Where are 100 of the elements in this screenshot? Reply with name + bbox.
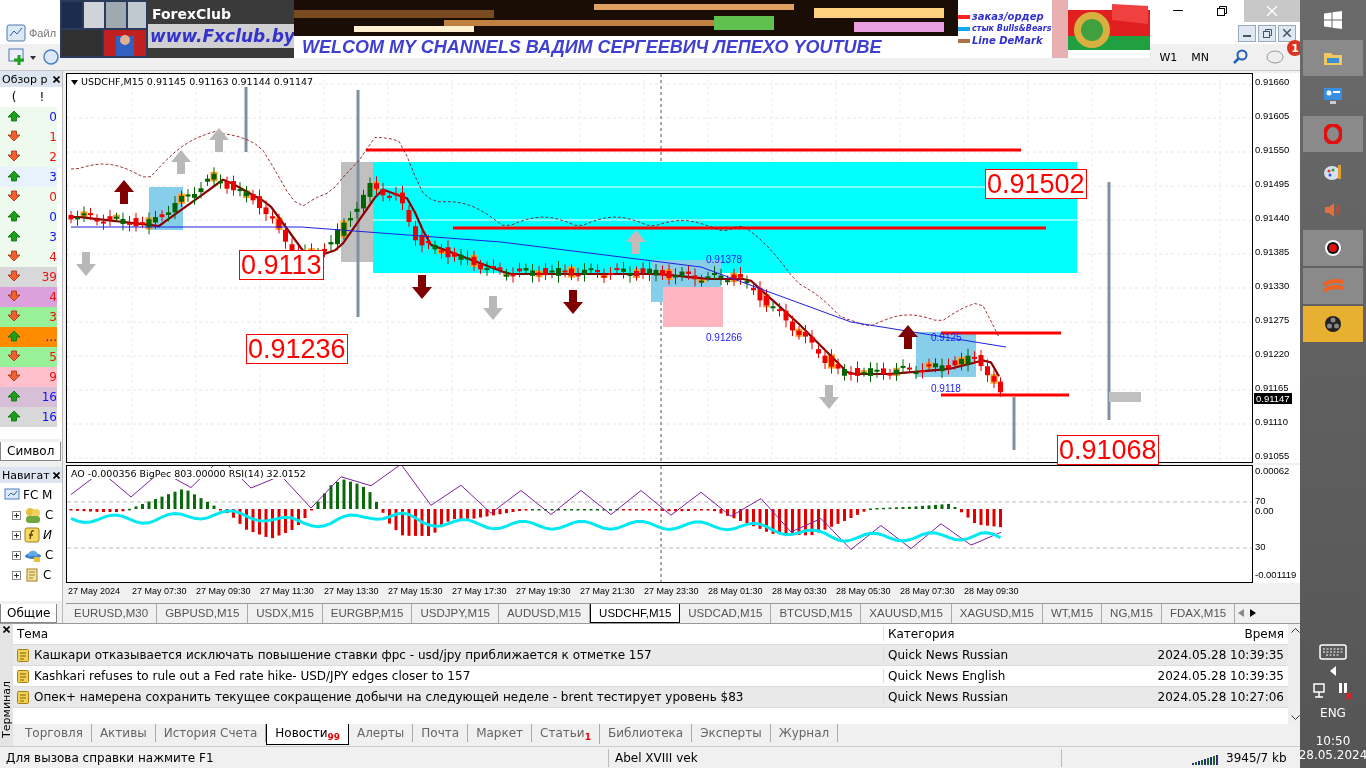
column-header[interactable]: ( — [0, 90, 28, 104]
terminal-tab[interactable]: Эксперты — [692, 724, 771, 742]
zone-rectangle — [663, 287, 723, 327]
symbol-row[interactable]: 0 — [0, 107, 57, 127]
price-label: 0.9113 — [239, 250, 324, 280]
symbol-row[interactable]: 16 — [0, 387, 57, 407]
tree-item[interactable]: И — [0, 526, 62, 544]
close-icon — [3, 626, 10, 633]
chart-tab[interactable]: NG,M15 — [1102, 603, 1162, 623]
panel-tab[interactable]: Общие — [0, 604, 58, 623]
chart-tab[interactable]: GBPUSD,M15 — [157, 603, 249, 623]
price-label: 0.91068 — [1057, 435, 1159, 465]
terminal-icon — [4, 488, 20, 502]
terminal-tab[interactable]: Почта — [413, 724, 469, 742]
time-label: 28 May 05:30 — [836, 585, 892, 598]
close-icon — [1267, 6, 1277, 16]
minimize-button[interactable] — [1238, 24, 1256, 42]
table-cell: Quick News Russian — [883, 648, 1144, 662]
current-price: 0.91147 — [1254, 393, 1292, 404]
chart-tab[interactable]: BTCUSD,M15 — [771, 603, 862, 623]
symbol-row[interactable]: 3 — [0, 167, 57, 187]
terminal-tab[interactable]: Активы — [91, 724, 156, 742]
dropdown-icon[interactable] — [71, 80, 78, 85]
down-arrow-icon — [6, 189, 21, 202]
terminal-tab[interactable]: Библиотека — [599, 724, 693, 742]
taskbar-app[interactable] — [1303, 230, 1363, 266]
chart-tab[interactable]: XAGUSD,M15 — [951, 603, 1043, 623]
symbol-row[interactable]: 0 — [0, 187, 57, 207]
chart-tab[interactable]: FDAX,M15 — [1161, 603, 1236, 623]
taskbar-app[interactable] — [1303, 306, 1363, 342]
time-label: 27 May 15:30 — [388, 585, 444, 598]
close-button[interactable] — [1, 624, 12, 635]
panel-title: Навигат — [2, 468, 50, 482]
left-arrow-icon — [1238, 609, 1245, 618]
price-tick: 0.91110 — [1255, 416, 1288, 427]
indicator-tick: 30 — [1255, 541, 1266, 552]
symbol-row[interactable]: 16 — [0, 407, 57, 427]
chart-tab[interactable]: USDJPY,M15 — [412, 603, 499, 623]
tree-item[interactable]: FC M — [0, 486, 62, 504]
panel-title: Обзор р — [2, 72, 48, 86]
symbol-row[interactable]: 4 — [0, 247, 57, 267]
time-label: 27 May 19:30 — [516, 585, 572, 598]
period-button[interactable]: MN — [1188, 48, 1212, 66]
time-label: 27 May 23:30 — [644, 585, 700, 598]
panel-title: Терминал — [0, 681, 13, 738]
symbol-row[interactable]: 1 — [0, 127, 57, 147]
new-chart-button[interactable] — [8, 47, 38, 67]
people-icon — [24, 507, 42, 523]
terminal-tab[interactable]: Алерты — [348, 724, 414, 742]
up-arrow-icon — [6, 209, 21, 222]
period-button[interactable]: W1 — [1156, 48, 1181, 66]
down-arrow-icon — [76, 252, 96, 276]
status-text: 3945/7 kb — [1225, 750, 1288, 765]
symbol-row[interactable]: 2 — [0, 147, 57, 167]
time-label: 27 May 09:30 — [196, 585, 252, 598]
chart-tab[interactable]: USDX,M15 — [248, 603, 323, 623]
tree-item[interactable]: С — [0, 546, 62, 564]
chart-tab[interactable]: EURUSD,M30 — [66, 603, 158, 623]
language-indicator[interactable]: ENG — [1320, 706, 1346, 720]
search-button[interactable] — [1232, 49, 1248, 65]
terminal-tab[interactable]: Статьи$_{1}$ — [532, 724, 600, 745]
table-cell: Quick News English — [883, 669, 1144, 683]
legend-label: заказ/ордер — [972, 11, 1044, 23]
scrollbar[interactable] — [1288, 624, 1300, 724]
symbol-row[interactable]: ... — [0, 327, 57, 347]
price-tick: 0.91385 — [1255, 246, 1290, 257]
column-header[interactable]: Тема — [13, 627, 883, 641]
column-header[interactable]: Категория — [883, 627, 1144, 641]
indicator-tick: 0.00 — [1255, 505, 1274, 516]
tree-item[interactable]: С — [0, 566, 62, 584]
restore-button[interactable] — [1258, 24, 1276, 42]
price-tick: 0.91660 — [1255, 76, 1290, 87]
up-arrow-icon — [6, 389, 21, 402]
up-arrow-icon — [171, 150, 191, 174]
menu-item[interactable]: Файл — [28, 27, 58, 39]
chart-tab[interactable]: USDCAD,M15 — [680, 603, 772, 623]
panel-tab[interactable]: Символ — [0, 442, 62, 461]
tree-item[interactable]: С — [0, 506, 62, 524]
close-button[interactable] — [51, 469, 62, 481]
terminal-tab[interactable]: Журнал — [770, 724, 839, 742]
close-button[interactable] — [51, 73, 62, 85]
terminal-tab[interactable]: Маркет — [468, 724, 533, 742]
website-link[interactable]: www.Fxclub.by — [148, 24, 294, 48]
chart-tab[interactable]: WT,M15 — [1042, 603, 1103, 623]
chart-tab[interactable]: EURGBP,M15 — [322, 603, 413, 623]
price-tick: 0.91220 — [1255, 348, 1290, 359]
chart-tab[interactable]: XAUUSD,M15 — [861, 603, 952, 623]
terminal-tab[interactable]: Торговля — [17, 724, 92, 742]
down-arrow-icon — [6, 249, 21, 262]
chart-tab[interactable]: USDCHF,M15 — [590, 603, 681, 623]
symbol-row[interactable]: 3 — [0, 227, 57, 247]
close-button[interactable] — [1278, 24, 1296, 42]
symbol-row[interactable]: 0 — [0, 207, 57, 227]
table-cell-text: 2024.05.28 10:27:06 — [1156, 690, 1285, 704]
close-icon — [1283, 29, 1291, 37]
ring-icon — [1324, 124, 1342, 144]
palette-icon — [1323, 163, 1343, 181]
column-header[interactable]: Время — [1144, 627, 1288, 641]
terminal-tab[interactable]: Новости$_{99}$ — [266, 724, 349, 746]
column-header[interactable]: ! — [28, 90, 56, 104]
